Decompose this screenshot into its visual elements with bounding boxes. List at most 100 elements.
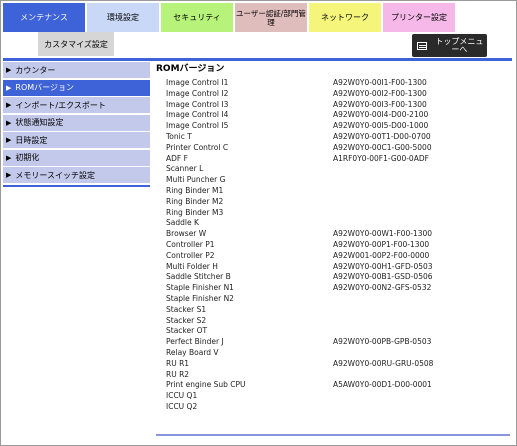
list-item: Staple Finisher N2 (166, 294, 510, 305)
tab-customize-settings[interactable]: カスタマイズ設定 (38, 32, 114, 56)
component-name: Multi Folder H (166, 261, 218, 271)
component-name: Ring Binder M1 (166, 185, 224, 195)
sidebar-item-label: 日時設定 (15, 135, 48, 145)
list-item: Scanner L (166, 164, 510, 175)
component-name: Saddle Stitcher B (166, 272, 231, 282)
list-item: Browser W A92W0Y0-00W1-F00-1300 (166, 229, 510, 240)
version-value (333, 175, 503, 186)
tab-user-auth[interactable]: ユーザー認証/部門管理 (235, 3, 307, 32)
list-item: Ring Binder M3 (166, 208, 510, 219)
version-value: A92W0Y0-00B1-GSD-0506 (333, 272, 433, 282)
tab-printer-settings[interactable]: プリンター設定 (383, 3, 455, 32)
version-value (333, 164, 503, 175)
version-value: A92W0Y0-00C1-G00-5000 (333, 142, 432, 152)
version-value (333, 197, 503, 208)
list-item: ADF F A1RF0Y0-00F1-G00-0ADF (166, 154, 510, 165)
version-value (333, 391, 503, 402)
rom-version-list: Image Control I1 A92W0Y0-00I1-F00-1300 Im… (166, 78, 510, 413)
sidebar-item-counter[interactable]: ▶ カウンター (3, 62, 150, 78)
component-name: Stacker S1 (166, 304, 207, 314)
component-name: Image Control I1 (166, 78, 229, 87)
tab-security[interactable]: セキュリティ (161, 3, 233, 32)
menu-icon (417, 41, 427, 50)
component-name: Image Control I5 (166, 121, 229, 131)
component-name: Ring Binder M3 (166, 207, 224, 217)
main-content: ROMバージョン Image Control I1 A92W0Y0-00I1-F0… (156, 63, 510, 413)
arrow-right-icon: ▶ (6, 171, 12, 179)
sidebar-item-rom-version[interactable]: ▶ ROMバージョン (3, 79, 150, 96)
component-name: Perfect Binder J (166, 337, 224, 347)
list-item: Printer Control C A92W0Y0-00C1-G00-5000 (166, 143, 510, 154)
list-item: RU R1 A92W0Y0-00RU-GRU-0508 (166, 359, 510, 370)
component-name: Ring Binder M2 (166, 196, 224, 206)
tab-network[interactable]: ネットワーク (309, 3, 381, 32)
list-item: Controller P1 A92W0Y0-00P1-F00-1300 (166, 240, 510, 251)
version-value (333, 186, 503, 197)
version-value: A92W0Y0-00I3-F00-1300 (333, 99, 427, 109)
list-item: Saddle Stitcher B A92W0Y0-00B1-GSD-0506 (166, 272, 510, 283)
list-item: ICCU Q2 (166, 402, 510, 413)
list-item: Stacker OT (166, 326, 510, 337)
top-menu-button[interactable]: トップメニューへ (412, 34, 487, 57)
version-value (333, 402, 503, 413)
sidebar-item-label: カウンター (15, 65, 56, 75)
version-value (333, 316, 503, 327)
version-value: A92W0Y0-00H1-GFD-0503 (333, 261, 433, 271)
version-value: A92W0Y0-00I2-F00-1300 (333, 88, 427, 98)
component-name: Scanner L (166, 164, 204, 174)
version-value (333, 218, 503, 229)
component-name: Printer Control C (166, 142, 229, 152)
list-item: Ring Binder M1 (166, 186, 510, 197)
component-name: Controller P1 (166, 239, 215, 249)
sidebar-item-date-time[interactable]: ▶ 日時設定 (3, 132, 150, 148)
sidebar-item-initialize[interactable]: ▶ 初期化 (3, 149, 150, 166)
version-value: A92W0Y0-00RU-GRU-0508 (333, 358, 434, 368)
sidebar-item-import-export[interactable]: ▶ インポート/エクスポート (3, 97, 150, 113)
sidebar-item-label: メモリースイッチ設定 (15, 170, 95, 180)
content-bottom-divider (156, 434, 510, 436)
component-name: Print engine Sub CPU (166, 380, 246, 390)
component-name: Image Control I3 (166, 99, 229, 109)
version-value: A92W0Y0-00I1-F00-1300 (333, 78, 427, 87)
version-value: A92W0Y0-00P1-F00-1300 (333, 239, 430, 249)
tab-maintenance[interactable]: メンテナンス (3, 3, 85, 32)
arrow-right-icon: ▶ (6, 136, 12, 144)
component-name: Stacker OT (166, 326, 208, 336)
version-value (333, 326, 503, 337)
list-item: Saddle K (166, 218, 510, 229)
sidebar-item-label: 初期化 (15, 153, 40, 162)
version-value: A92W001-00P2-F00-0000 (333, 250, 430, 260)
list-item: Relay Board V (166, 348, 510, 359)
sidebar-item-label: インポート/エクスポート (15, 100, 106, 110)
list-item: Tonic T A92W0Y0-00T1-D00-0700 (166, 132, 510, 143)
version-value: A92W0Y0-00PB-GPB-0503 (333, 337, 432, 347)
component-name: ICCU Q1 (166, 391, 198, 401)
component-name: Staple Finisher N1 (166, 283, 234, 293)
list-item: Stacker S1 (166, 305, 510, 316)
component-name: RU R1 (166, 358, 190, 368)
sidebar-item-label: 状態通知設定 (15, 118, 64, 127)
version-value (333, 208, 503, 219)
component-name: Image Control I2 (166, 88, 229, 98)
component-name: Relay Board V (166, 347, 219, 357)
version-value: A1RF0Y0-00F1-G00-0ADF (333, 153, 429, 163)
sidebar-item-status-notification[interactable]: ▶ 状態通知設定 (3, 114, 150, 131)
list-item: Image Control I5 A92W0Y0-00I5-D00-1000 (166, 121, 510, 132)
version-value: A92W0Y0-00T1-D00-0700 (333, 131, 431, 141)
list-item: Perfect Binder J A92W0Y0-00PB-GPB-0503 (166, 337, 510, 348)
component-name: Browser W (166, 229, 207, 239)
version-value: A92W0Y0-00W1-F00-1300 (333, 229, 433, 239)
version-value: A92W0Y0-00N2-GFS-0532 (333, 283, 432, 293)
list-item: Multi Folder H A92W0Y0-00H1-GFD-0503 (166, 262, 510, 273)
sidebar-item-memory-switch[interactable]: ▶ メモリースイッチ設定 (3, 167, 150, 183)
list-item: Stacker S2 (166, 316, 510, 327)
component-name: Staple Finisher N2 (166, 293, 234, 303)
tab-environment-settings[interactable]: 環境設定 (87, 3, 159, 32)
arrow-right-icon: ▶ (6, 83, 12, 92)
list-item: Image Control I4 A92W0Y0-00I4-D00-2100 (166, 110, 510, 121)
arrow-right-icon: ▶ (6, 118, 12, 127)
list-item: Controller P2 A92W001-00P2-F00-0000 (166, 251, 510, 262)
list-item: Image Control I2 A92W0Y0-00I2-F00-1300 (166, 89, 510, 100)
page-title: ROMバージョン (156, 64, 225, 74)
component-name: Saddle K (166, 218, 199, 228)
